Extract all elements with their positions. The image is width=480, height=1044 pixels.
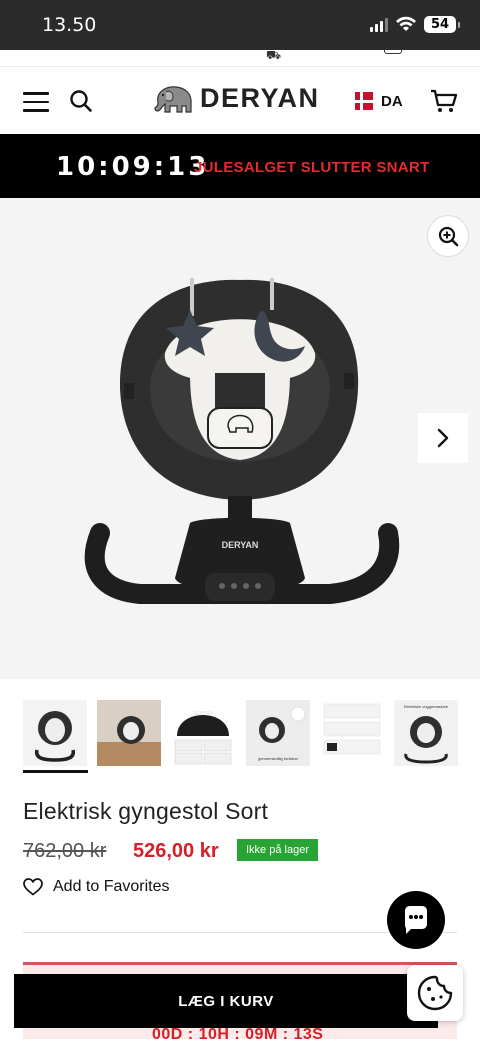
chevron-right-icon (437, 428, 449, 448)
chat-button[interactable] (387, 891, 445, 949)
sale-price: 526,00 kr (133, 840, 219, 862)
language-selector[interactable]: DA (355, 92, 403, 110)
active-thumbnail-indicator (23, 770, 88, 773)
thumb-electric-caption: Elektriske vuggemaskine (404, 704, 449, 709)
offer-countdown: 00D : 10H : 09M : 13S (152, 1026, 324, 1043)
brand-name: DERYAN (200, 83, 320, 113)
status-time: 13.50 (42, 14, 97, 36)
elephant-logo-icon (154, 85, 192, 113)
zoom-icon (438, 226, 459, 247)
cookie-icon (417, 975, 453, 1011)
thumb-function-image: gennemsnitlig funktion (246, 700, 310, 766)
cookie-settings-button[interactable] (407, 965, 463, 1021)
thumbnail-2[interactable] (97, 700, 161, 766)
thumbnail-5[interactable] (320, 700, 384, 766)
signal-icon (370, 18, 388, 32)
promo-timer: 10:09:13 (56, 152, 210, 182)
thumbnail-4[interactable]: gennemsnitlig funktion (246, 700, 310, 766)
product-gallery[interactable]: DERYAN (0, 198, 480, 679)
product-title: Elektrisk gyngestol Sort (23, 798, 269, 824)
thumbnail-6[interactable]: Elektriske vuggemaskine (394, 700, 458, 766)
chat-icon (405, 906, 427, 934)
heart-icon (23, 878, 43, 896)
thumb-function-caption: gennemsnitlig funktion (258, 756, 298, 761)
zoom-button[interactable] (427, 215, 469, 257)
ghost-box-icon (384, 50, 402, 54)
wifi-icon (396, 16, 416, 31)
thumbnail-strip: DERYAN gennemsnitlig funktion Elektriske… (0, 700, 480, 776)
original-price: 762,00 kr (23, 840, 107, 862)
thumbnail-3[interactable]: DERYAN (171, 700, 235, 766)
product-image: DERYAN (84, 278, 400, 604)
denmark-flag-icon (355, 92, 373, 110)
add-to-cart-button[interactable]: LÆG I KURV (14, 974, 438, 1028)
base-brand-label: DERYAN (222, 540, 259, 550)
thumb-electric-image: Elektriske vuggemaskine (394, 700, 458, 766)
language-code: DA (381, 92, 403, 110)
collapsed-bar: ⛟ (0, 50, 480, 66)
thumb-features-image (320, 700, 384, 766)
cart-icon[interactable] (430, 88, 458, 114)
status-bar: 13.50 54 (0, 0, 480, 50)
stock-badge: Ikke på lager (237, 839, 318, 861)
battery-icon: 54 (424, 16, 460, 33)
thumb-lifestyle-image (97, 700, 161, 766)
menu-icon[interactable] (23, 92, 49, 112)
thumb-brand-text: DERYAN (193, 711, 214, 717)
brand-logo[interactable]: DERYAN (152, 83, 320, 114)
promo-banner: 10:09:13 JULESALGET SLUTTER SNART (0, 134, 480, 198)
thumb-chair-image (34, 711, 76, 762)
ghost-cart-icon: ⛟ (266, 50, 282, 62)
site-header: DERYAN DA (0, 66, 480, 134)
promo-message: JULESALGET SLUTTER SNART (194, 159, 430, 176)
favorites-label: Add to Favorites (53, 878, 170, 895)
next-image-button[interactable] (418, 413, 468, 463)
thumbnail-1[interactable] (23, 700, 87, 766)
thumb-panel-image: DERYAN (171, 700, 235, 766)
add-to-favorites[interactable]: Add to Favorites (23, 878, 170, 896)
search-icon[interactable] (69, 89, 93, 113)
